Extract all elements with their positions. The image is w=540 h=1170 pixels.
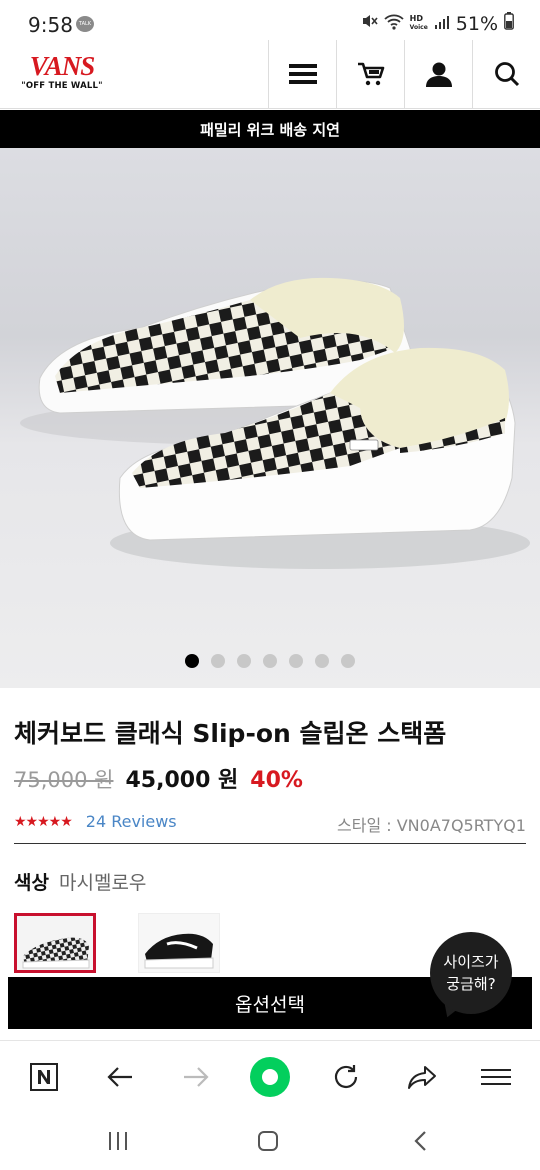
vans-logo[interactable]: VANS "OFF THE WALL" — [16, 52, 108, 100]
signal-icon — [434, 13, 450, 35]
refresh-button[interactable] — [324, 1055, 368, 1099]
recent-apps-icon — [109, 1132, 127, 1150]
arrow-right-icon — [184, 1067, 209, 1087]
promo-banner[interactable]: 패밀리 위크 배송 지연 — [0, 110, 540, 148]
original-price: 75,000 원 — [14, 768, 114, 792]
cart-icon — [357, 62, 384, 86]
star-rating-icon: ★★★★★ — [14, 813, 73, 830]
color-swatch-black[interactable] — [138, 913, 220, 973]
site-header: VANS "OFF THE WALL" — [0, 40, 540, 109]
gallery-dot[interactable] — [185, 654, 199, 668]
arrow-left-icon — [107, 1067, 132, 1087]
browser-menu-button[interactable] — [474, 1055, 518, 1099]
wifi-icon — [384, 13, 404, 35]
search-icon — [494, 62, 519, 87]
rating-row: ★★★★★ 24 Reviews — [14, 812, 177, 831]
refresh-icon — [334, 1065, 358, 1089]
size-help-line-1: 사이즈가 — [443, 953, 499, 971]
brand-tagline: "OFF THE WALL" — [21, 81, 103, 91]
price-row: 75,000 원 45,000 원 40% — [14, 762, 303, 794]
product-image[interactable] — [0, 148, 540, 688]
chevron-left-icon — [414, 1131, 426, 1151]
forward-button[interactable] — [174, 1055, 218, 1099]
back-button[interactable] — [98, 1055, 142, 1099]
gallery-dot[interactable] — [315, 654, 329, 668]
mute-icon — [360, 12, 378, 35]
search-button[interactable] — [472, 40, 540, 108]
color-row: 색상 마시멜로우 — [14, 868, 146, 895]
gallery-dot[interactable] — [211, 654, 225, 668]
clock: 9:58 — [28, 13, 73, 37]
status-icons: HD Voice 51% — [360, 12, 514, 35]
sale-price: 45,000 원 — [125, 768, 239, 793]
home-icon — [258, 1131, 278, 1151]
gallery-pagination — [0, 654, 540, 668]
color-swatch-checkerboard[interactable] — [14, 913, 96, 973]
hd-label: HD — [409, 14, 423, 23]
reviews-link[interactable]: 24 Reviews — [86, 812, 177, 831]
gallery-dot[interactable] — [289, 654, 303, 668]
brand-name: VANS — [29, 51, 96, 81]
discount-percent: 40% — [250, 768, 303, 793]
gallery-dot[interactable] — [341, 654, 355, 668]
gallery-dot[interactable] — [263, 654, 277, 668]
product-title: 체커보드 클래식 Slip-on 슬립온 스택폼 — [14, 719, 447, 748]
hd-voice-icon: HD Voice — [410, 15, 428, 32]
share-button[interactable] — [400, 1055, 444, 1099]
naver-n-icon — [30, 1063, 58, 1091]
style-code: 스타일 : VN0A7Q5RTYQ1 — [337, 816, 526, 835]
home-button[interactable] — [248, 1124, 288, 1158]
system-back-button[interactable] — [400, 1124, 440, 1158]
naver-home-button[interactable] — [22, 1055, 66, 1099]
battery-percent: 51% — [455, 12, 498, 35]
hamburger-icon — [481, 1069, 511, 1085]
kakaotalk-notification-icon: TALK — [76, 16, 94, 32]
color-value: 마시멜로우 — [59, 872, 147, 894]
size-help-button[interactable]: 사이즈가 궁금해? — [430, 932, 512, 1014]
recent-apps-button[interactable] — [98, 1124, 138, 1158]
divider — [14, 843, 526, 844]
menu-icon — [288, 64, 317, 84]
browser-toolbar — [0, 1040, 540, 1111]
green-dot-icon — [250, 1057, 290, 1097]
share-arrow-icon — [408, 1066, 436, 1089]
hd-sub-label: Voice — [409, 24, 428, 31]
system-nav-bar — [0, 1110, 540, 1170]
gallery-dot[interactable] — [237, 654, 251, 668]
color-label: 색상 — [14, 872, 49, 894]
menu-button[interactable] — [268, 40, 336, 108]
battery-icon — [504, 12, 514, 35]
green-dot-button[interactable] — [248, 1055, 292, 1099]
size-help-line-2: 궁금해? — [446, 975, 496, 993]
user-icon — [425, 62, 452, 87]
cart-button[interactable] — [336, 40, 404, 108]
account-button[interactable] — [404, 40, 472, 108]
